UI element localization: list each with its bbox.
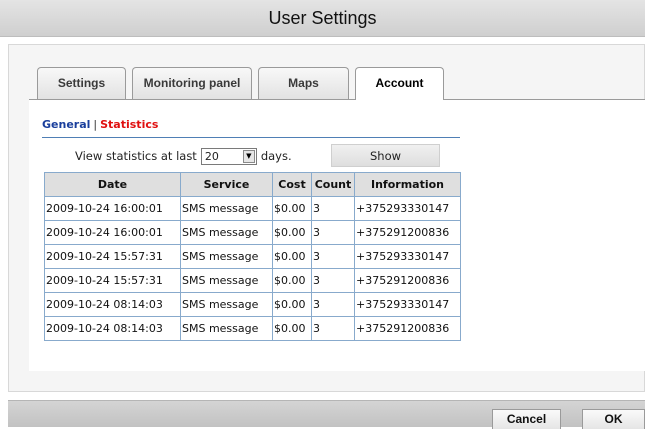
cell-service: SMS message bbox=[180, 268, 273, 293]
tab-bar: Settings Monitoring panel Maps Account bbox=[37, 67, 645, 100]
cell-cost: $0.00 bbox=[272, 244, 312, 269]
cell-count: 3 bbox=[311, 316, 355, 341]
link-general[interactable]: General bbox=[42, 118, 90, 131]
cell-count: 3 bbox=[311, 196, 355, 221]
cell-date: 2009-10-24 15:57:31 bbox=[44, 268, 181, 293]
link-statistics[interactable]: Statistics bbox=[100, 118, 158, 131]
cell-cost: $0.00 bbox=[272, 196, 312, 221]
tab-account[interactable]: Account bbox=[355, 67, 444, 100]
filter-prefix-label: View statistics at last bbox=[75, 149, 197, 163]
table-row: 2009-10-24 15:57:31 SMS message $0.00 3 … bbox=[44, 244, 461, 269]
cancel-button[interactable]: Cancel bbox=[492, 409, 561, 429]
cell-count: 3 bbox=[311, 292, 355, 317]
ok-button[interactable]: OK bbox=[582, 409, 645, 429]
cell-service: SMS message bbox=[180, 244, 273, 269]
cell-service: SMS message bbox=[180, 196, 273, 221]
filter-suffix-label: days. bbox=[260, 149, 292, 163]
cell-information: +375293330147 bbox=[354, 244, 461, 269]
cell-cost: $0.00 bbox=[272, 220, 312, 245]
cell-cost: $0.00 bbox=[272, 268, 312, 293]
cell-count: 3 bbox=[311, 244, 355, 269]
cell-service: SMS message bbox=[180, 316, 273, 341]
cell-information: +375293330147 bbox=[354, 292, 461, 317]
table-row: 2009-10-24 08:14:03 SMS message $0.00 3 … bbox=[44, 316, 461, 341]
subnav-separator: | bbox=[93, 118, 98, 131]
column-header-date[interactable]: Date bbox=[44, 172, 181, 197]
table-row: 2009-10-24 16:00:01 SMS message $0.00 3 … bbox=[44, 220, 461, 245]
tab-monitoring-panel[interactable]: Monitoring panel bbox=[132, 67, 252, 99]
cell-date: 2009-10-24 08:14:03 bbox=[44, 292, 181, 317]
sub-navigation: General | Statistics bbox=[42, 118, 158, 131]
cell-date: 2009-10-24 15:57:31 bbox=[44, 244, 181, 269]
table-header-row: Date Service Cost Count Information bbox=[44, 172, 461, 197]
dialog-footer: Cancel OK bbox=[8, 400, 645, 429]
column-header-service[interactable]: Service bbox=[180, 172, 273, 197]
days-select[interactable]: 20 ▼ bbox=[200, 147, 257, 165]
cell-service: SMS message bbox=[180, 292, 273, 317]
statistics-filter: View statistics at last 20 ▼ days. bbox=[75, 146, 292, 166]
settings-panel: Settings Monitoring panel Maps Account G… bbox=[8, 44, 645, 392]
days-select-value: 20 bbox=[204, 149, 219, 163]
cell-count: 3 bbox=[311, 220, 355, 245]
cell-date: 2009-10-24 08:14:03 bbox=[44, 316, 181, 341]
cell-cost: $0.00 bbox=[272, 292, 312, 317]
show-button[interactable]: Show bbox=[331, 144, 440, 167]
subnav-underline bbox=[42, 137, 460, 138]
statistics-table: Date Service Cost Count Information 2009… bbox=[44, 172, 461, 341]
cell-information: +375293330147 bbox=[354, 196, 461, 221]
column-header-cost[interactable]: Cost bbox=[272, 172, 312, 197]
table-row: 2009-10-24 16:00:01 SMS message $0.00 3 … bbox=[44, 196, 461, 221]
cell-information: +375291200836 bbox=[354, 220, 461, 245]
cell-date: 2009-10-24 16:00:01 bbox=[44, 196, 181, 221]
window-title: User Settings bbox=[0, 0, 645, 37]
column-header-count[interactable]: Count bbox=[311, 172, 355, 197]
account-content: General | Statistics View statistics at la… bbox=[29, 100, 645, 371]
tab-maps[interactable]: Maps bbox=[258, 67, 349, 99]
tab-settings[interactable]: Settings bbox=[37, 67, 126, 99]
table-row: 2009-10-24 15:57:31 SMS message $0.00 3 … bbox=[44, 268, 461, 293]
table-row: 2009-10-24 08:14:03 SMS message $0.00 3 … bbox=[44, 292, 461, 317]
column-header-information[interactable]: Information bbox=[354, 172, 461, 197]
cell-service: SMS message bbox=[180, 220, 273, 245]
tab-divider bbox=[29, 99, 645, 100]
cell-cost: $0.00 bbox=[272, 316, 312, 341]
chevron-down-icon[interactable]: ▼ bbox=[242, 149, 255, 163]
cell-information: +375291200836 bbox=[354, 268, 461, 293]
cell-date: 2009-10-24 16:00:01 bbox=[44, 220, 181, 245]
cell-information: +375291200836 bbox=[354, 316, 461, 341]
cell-count: 3 bbox=[311, 268, 355, 293]
